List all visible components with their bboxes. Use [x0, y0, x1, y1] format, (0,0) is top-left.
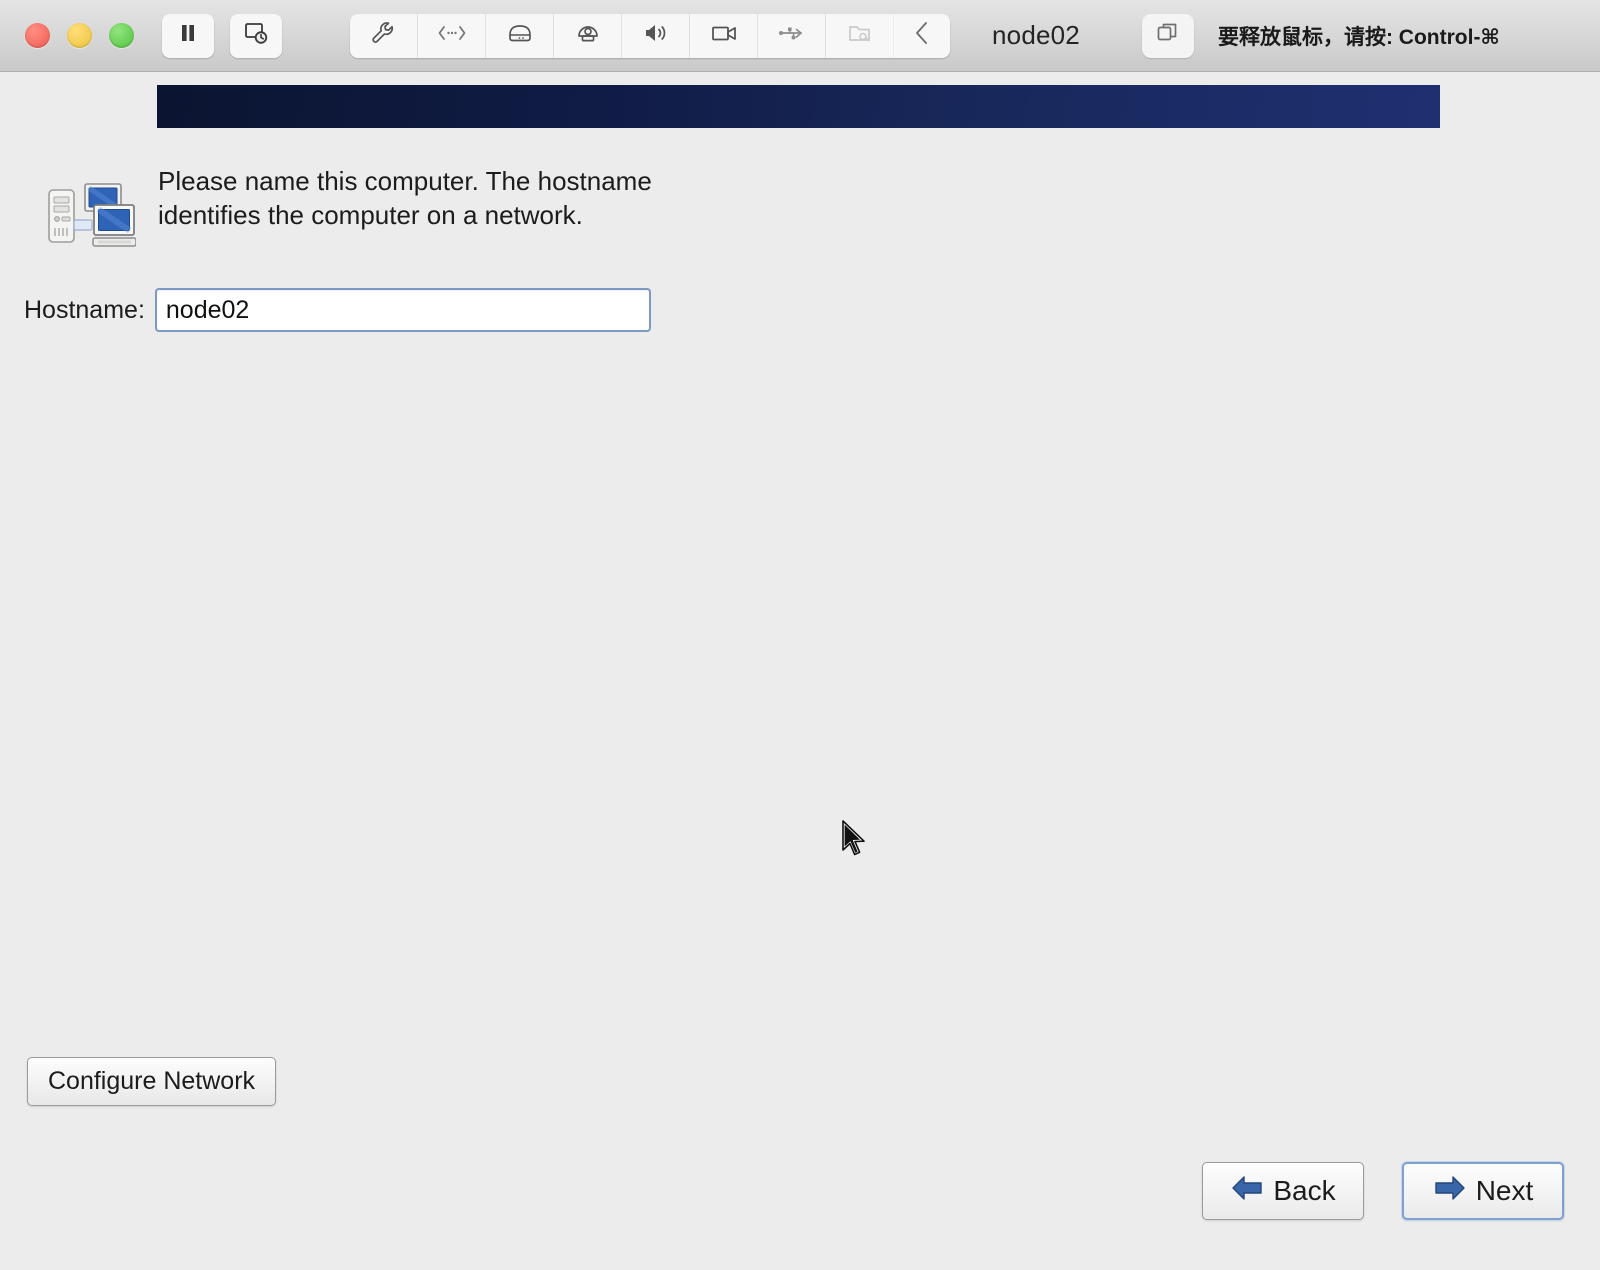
vm-toolbar: node02 要释放鼠标，请按: Control-⌘: [0, 0, 1600, 72]
shared-folder-icon: [846, 21, 874, 50]
usb-button[interactable]: [758, 13, 826, 58]
pause-icon: [176, 21, 200, 50]
hostname-field-row: Hostname:: [24, 288, 651, 332]
minimize-window-button[interactable]: [67, 23, 92, 48]
intro-section: Please name this computer. The hostname …: [44, 164, 744, 252]
settings-button[interactable]: [350, 13, 418, 58]
navigation-buttons: Back Next: [1202, 1162, 1564, 1220]
networked-computers-icon: [44, 178, 137, 252]
snapshot-icon: [243, 20, 269, 51]
sound-icon: [642, 21, 670, 50]
intro-text: Please name this computer. The hostname …: [158, 166, 652, 230]
maximize-window-button[interactable]: [109, 23, 134, 48]
network-icon: [437, 23, 467, 48]
back-button[interactable]: Back: [1202, 1162, 1364, 1220]
hostname-input[interactable]: [154, 288, 651, 332]
hostname-label: Hostname:: [24, 295, 145, 324]
chevron-left-icon: [912, 20, 932, 51]
window-stack-icon: [1155, 21, 1180, 51]
arrow-left-icon: [1230, 1174, 1264, 1209]
hard-drive-button[interactable]: [486, 13, 554, 58]
mouse-release-hint: 要释放鼠标，请按: Control-⌘: [1217, 25, 1500, 49]
webcam-button[interactable]: [554, 13, 622, 58]
hard-drive-icon: [505, 22, 535, 49]
video-camera-button[interactable]: [690, 13, 758, 58]
back-button-label: Back: [1273, 1175, 1336, 1206]
mouse-cursor: [841, 820, 871, 867]
sound-button[interactable]: [622, 13, 690, 58]
collapse-toolbar-button[interactable]: [894, 14, 950, 58]
network-button[interactable]: [418, 13, 486, 58]
window-controls: [25, 23, 134, 48]
pause-button[interactable]: [162, 13, 214, 58]
video-camera-icon: [709, 23, 739, 48]
guest-screen: Please name this computer. The hostname …: [0, 72, 1600, 1270]
close-window-button[interactable]: [25, 23, 50, 48]
fullscreen-button[interactable]: [1141, 13, 1194, 58]
next-button-label: Next: [1475, 1175, 1534, 1206]
configure-network-button[interactable]: Configure Network: [27, 1057, 277, 1106]
settings-wrench-icon: [370, 20, 397, 52]
device-toolbar: [350, 13, 950, 58]
vm-title: node02: [992, 20, 1080, 50]
installer-banner: [157, 85, 1440, 128]
arrow-right-icon: [1433, 1174, 1467, 1209]
webcam-icon: [574, 21, 602, 50]
snapshot-button[interactable]: [230, 13, 282, 58]
shared-folder-button[interactable]: [826, 13, 894, 58]
usb-icon: [777, 22, 807, 49]
next-button[interactable]: Next: [1402, 1162, 1564, 1220]
